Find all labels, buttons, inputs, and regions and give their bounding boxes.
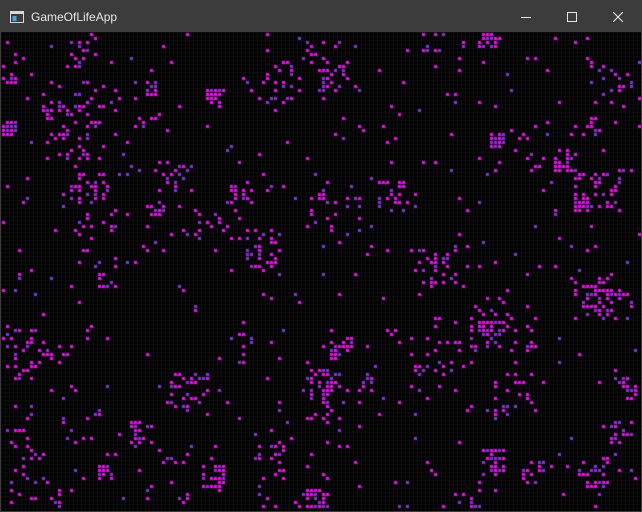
game-of-life-grid[interactable] bbox=[1, 32, 641, 511]
title-bar[interactable]: GameOfLifeApp bbox=[1, 1, 641, 32]
close-button[interactable] bbox=[595, 1, 641, 32]
maximize-button[interactable] bbox=[549, 1, 595, 32]
window-title: GameOfLifeApp bbox=[31, 9, 118, 24]
close-icon bbox=[613, 11, 623, 22]
cell-canvas[interactable] bbox=[1, 32, 641, 511]
app-window: GameOfLifeApp bbox=[0, 0, 642, 512]
app-window-icon bbox=[9, 9, 25, 25]
maximize-icon bbox=[567, 11, 577, 22]
minimize-icon bbox=[521, 12, 531, 22]
window-controls bbox=[503, 1, 641, 32]
minimize-button[interactable] bbox=[503, 1, 549, 32]
